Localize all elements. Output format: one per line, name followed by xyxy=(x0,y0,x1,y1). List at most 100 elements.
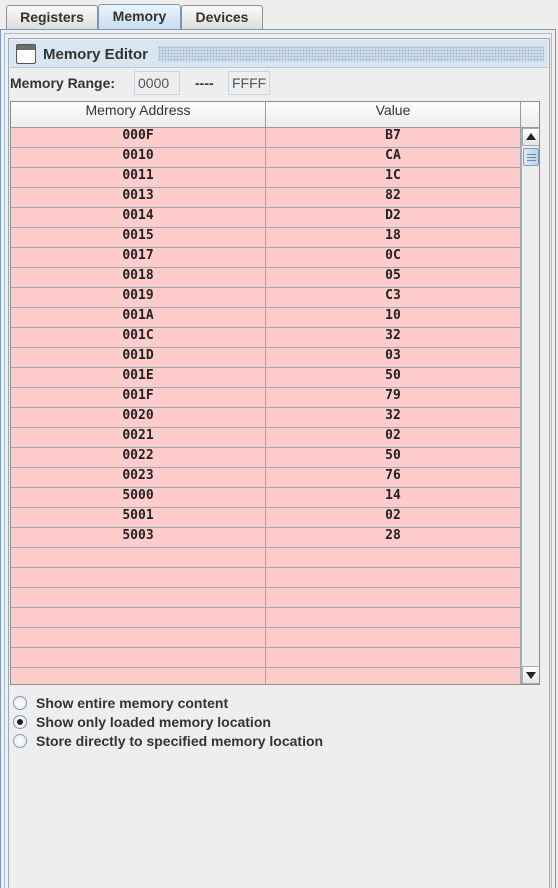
radio-show-loaded[interactable] xyxy=(13,715,27,729)
option-show-entire[interactable]: Show entire memory content xyxy=(13,695,549,713)
value-cell[interactable]: 1C xyxy=(266,168,521,188)
table-row[interactable]: 0013 82 xyxy=(11,188,521,208)
address-cell[interactable]: 5001 xyxy=(11,508,266,528)
table-row[interactable]: 0010 CA xyxy=(11,148,521,168)
value-cell[interactable] xyxy=(266,588,521,608)
table-row[interactable]: 0011 1C xyxy=(11,168,521,188)
table-row[interactable]: 0023 76 xyxy=(11,468,521,488)
value-cell[interactable] xyxy=(266,668,521,684)
table-scrollbar[interactable] xyxy=(521,128,539,684)
radio-store-directly[interactable] xyxy=(13,734,27,748)
address-cell[interactable]: 001E xyxy=(11,368,266,388)
address-cell[interactable] xyxy=(11,588,266,608)
option-show-loaded[interactable]: Show only loaded memory location xyxy=(13,714,549,732)
table-row[interactable]: 0019 C3 xyxy=(11,288,521,308)
value-cell[interactable] xyxy=(266,608,521,628)
table-row[interactable]: 001C 32 xyxy=(11,328,521,348)
arrow-down-icon[interactable] xyxy=(522,666,539,684)
table-row[interactable]: 5003 28 xyxy=(11,528,521,548)
value-cell[interactable]: 76 xyxy=(266,468,521,488)
address-cell[interactable]: 0018 xyxy=(11,268,266,288)
address-cell[interactable] xyxy=(11,608,266,628)
table-row[interactable] xyxy=(11,588,521,608)
address-cell[interactable] xyxy=(11,568,266,588)
table-row[interactable]: 001A 10 xyxy=(11,308,521,328)
table-row[interactable] xyxy=(11,568,521,588)
table-row[interactable] xyxy=(11,628,521,648)
address-cell[interactable] xyxy=(11,628,266,648)
address-cell[interactable]: 0011 xyxy=(11,168,266,188)
address-cell[interactable] xyxy=(11,648,266,668)
table-row[interactable] xyxy=(11,608,521,628)
value-cell[interactable]: 02 xyxy=(266,428,521,448)
range-end-field[interactable]: FFFF xyxy=(228,71,270,95)
value-cell[interactable] xyxy=(266,548,521,568)
address-cell[interactable]: 0013 xyxy=(11,188,266,208)
value-cell[interactable]: 0C xyxy=(266,248,521,268)
table-row[interactable]: 001E 50 xyxy=(11,368,521,388)
table-row[interactable]: 5000 14 xyxy=(11,488,521,508)
address-cell[interactable] xyxy=(11,548,266,568)
range-start-field[interactable]: 0000 xyxy=(134,71,180,95)
tab-registers[interactable]: Registers xyxy=(6,5,98,30)
table-row[interactable]: 5001 02 xyxy=(11,508,521,528)
address-cell[interactable]: 0021 xyxy=(11,428,266,448)
table-row[interactable]: 0018 05 xyxy=(11,268,521,288)
address-cell[interactable]: 000F xyxy=(11,128,266,148)
value-cell[interactable]: D2 xyxy=(266,208,521,228)
value-cell[interactable]: 05 xyxy=(266,268,521,288)
tab-memory[interactable]: Memory xyxy=(98,4,181,31)
value-cell[interactable]: 28 xyxy=(266,528,521,548)
address-cell[interactable]: 0023 xyxy=(11,468,266,488)
table-row[interactable]: 0020 32 xyxy=(11,408,521,428)
value-cell[interactable]: 50 xyxy=(266,368,521,388)
column-header-value[interactable]: Value xyxy=(266,102,521,128)
value-cell[interactable]: 32 xyxy=(266,328,521,348)
table-row[interactable]: 0022 50 xyxy=(11,448,521,468)
value-cell[interactable] xyxy=(266,648,521,668)
option-store-directly[interactable]: Store directly to specified memory locat… xyxy=(13,733,549,751)
address-cell[interactable]: 001A xyxy=(11,308,266,328)
value-cell[interactable]: 79 xyxy=(266,388,521,408)
address-cell[interactable]: 0010 xyxy=(11,148,266,168)
table-row[interactable]: 001D 03 xyxy=(11,348,521,368)
address-cell[interactable]: 001D xyxy=(11,348,266,368)
value-cell[interactable]: 82 xyxy=(266,188,521,208)
value-cell[interactable] xyxy=(266,628,521,648)
table-row[interactable]: 001F 79 xyxy=(11,388,521,408)
value-cell[interactable]: 10 xyxy=(266,308,521,328)
table-row[interactable]: 000F B7 xyxy=(11,128,521,148)
value-cell[interactable] xyxy=(266,568,521,588)
radio-show-entire[interactable] xyxy=(13,696,27,710)
value-cell[interactable]: 50 xyxy=(266,448,521,468)
table-row[interactable]: 0017 0C xyxy=(11,248,521,268)
table-row[interactable]: 0015 18 xyxy=(11,228,521,248)
value-cell[interactable]: 03 xyxy=(266,348,521,368)
address-cell[interactable]: 0014 xyxy=(11,208,266,228)
address-cell[interactable]: 0015 xyxy=(11,228,266,248)
address-cell[interactable]: 5000 xyxy=(11,488,266,508)
arrow-up-icon[interactable] xyxy=(522,128,539,146)
value-cell[interactable]: C3 xyxy=(266,288,521,308)
value-cell[interactable]: CA xyxy=(266,148,521,168)
address-cell[interactable]: 0019 xyxy=(11,288,266,308)
table-row[interactable] xyxy=(11,548,521,568)
address-cell[interactable]: 5003 xyxy=(11,528,266,548)
value-cell[interactable]: 18 xyxy=(266,228,521,248)
column-header-address[interactable]: Memory Address xyxy=(11,102,266,128)
table-row[interactable]: 0021 02 xyxy=(11,428,521,448)
value-cell[interactable]: B7 xyxy=(266,128,521,148)
table-row[interactable] xyxy=(11,648,521,668)
table-row[interactable] xyxy=(11,668,521,684)
table-row[interactable]: 0014 D2 xyxy=(11,208,521,228)
value-cell[interactable]: 02 xyxy=(266,508,521,528)
address-cell[interactable] xyxy=(11,668,266,684)
address-cell[interactable]: 001F xyxy=(11,388,266,408)
address-cell[interactable]: 001C xyxy=(11,328,266,348)
value-cell[interactable]: 32 xyxy=(266,408,521,428)
address-cell[interactable]: 0020 xyxy=(11,408,266,428)
address-cell[interactable]: 0022 xyxy=(11,448,266,468)
address-cell[interactable]: 0017 xyxy=(11,248,266,268)
tab-devices[interactable]: Devices xyxy=(181,5,263,30)
value-cell[interactable]: 14 xyxy=(266,488,521,508)
